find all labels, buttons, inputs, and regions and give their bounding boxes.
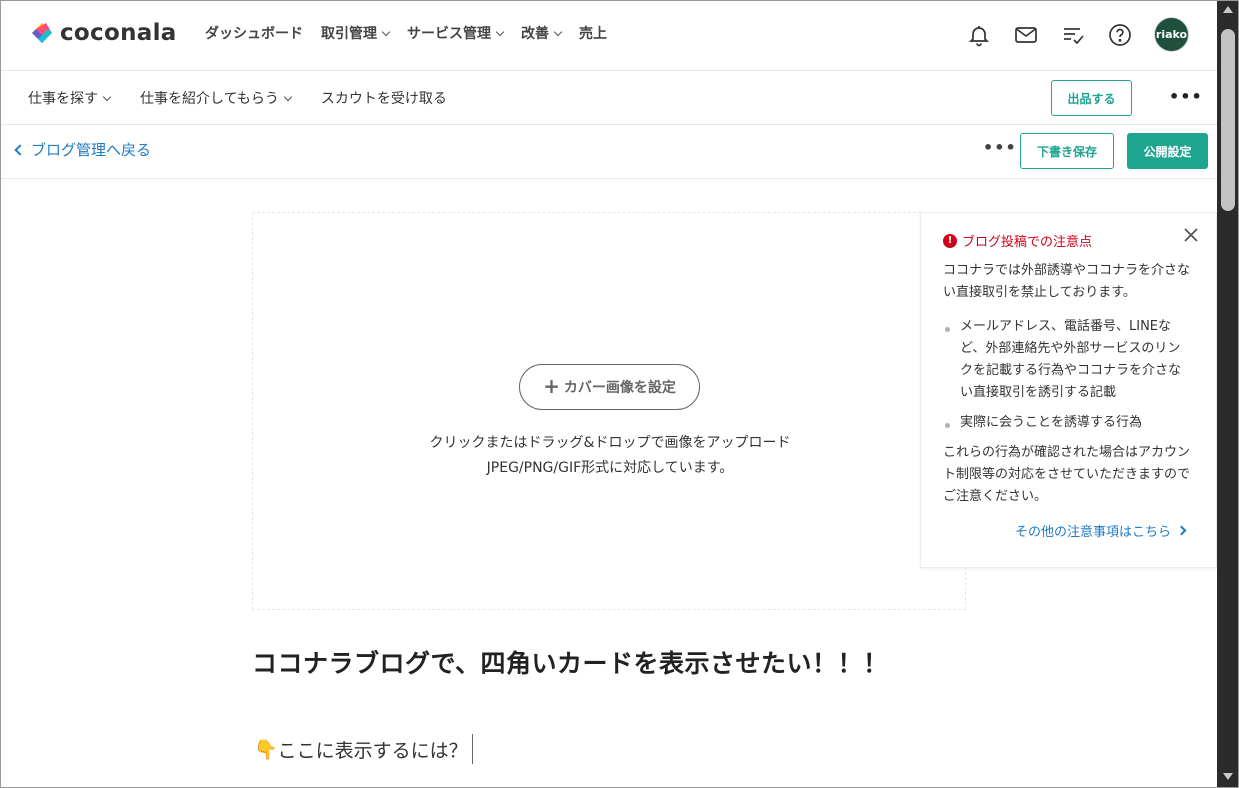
avatar-text: riako xyxy=(1155,28,1188,41)
sub-nav-receive-scout[interactable]: スカウトを受け取る xyxy=(321,88,447,108)
browser-window: coconala ダッシュボード 取引管理 サービス管理 改善 売上 riako xyxy=(0,0,1239,788)
scroll-down-arrow-icon[interactable] xyxy=(1223,773,1233,780)
cover-hint-line1: クリックまたはドラッグ&ドロップで画像をアップロード xyxy=(429,435,791,451)
plus-icon: + xyxy=(543,374,560,398)
nav-services-label: サービス管理 xyxy=(407,26,491,42)
nav-sales[interactable]: 売上 xyxy=(579,23,607,43)
notice-title: ! ブログ投稿での注意点 xyxy=(943,231,1092,250)
other-notices-link-label: その他の注意事項はこちら xyxy=(1015,525,1172,540)
cover-hint-line2: JPEG/PNG/GIF形式に対応しています。 xyxy=(486,460,734,476)
chevron-down-icon xyxy=(283,92,293,101)
sub-nav-find-work[interactable]: 仕事を探す xyxy=(28,88,112,108)
other-notices-link[interactable]: その他の注意事項はこちら xyxy=(1015,521,1187,540)
publish-settings-button[interactable]: 公開設定 xyxy=(1127,133,1208,169)
cover-upload-hint: クリックまたはドラッグ&ドロップで画像をアップロード JPEG/PNG/GIF形… xyxy=(253,431,967,481)
nav-dashboard-label: ダッシュボード xyxy=(205,26,303,42)
blog-notice-panel: ! ブログ投稿での注意点 ココナラでは外部誘導やココナラを介さない直接取引を禁止… xyxy=(920,212,1217,568)
nav-services[interactable]: サービス管理 xyxy=(407,23,505,43)
checklist-icon[interactable] xyxy=(1060,22,1086,48)
nav-dashboard[interactable]: ダッシュボード xyxy=(205,23,303,43)
logo-text: coconala xyxy=(60,20,177,46)
mail-icon[interactable] xyxy=(1013,22,1039,48)
sell-button[interactable]: 出品する xyxy=(1051,80,1132,116)
editor-more-button[interactable]: ••• xyxy=(983,138,1017,157)
save-draft-button[interactable]: 下書き保存 xyxy=(1020,133,1114,169)
scrollbar-thumb[interactable] xyxy=(1221,29,1235,211)
help-icon[interactable] xyxy=(1107,22,1133,48)
sub-header: 仕事を探す 仕事を紹介してもらう スカウトを受け取る 出品する ••• xyxy=(1,71,1217,125)
chevron-down-icon xyxy=(553,27,563,36)
scroll-up-arrow-icon[interactable] xyxy=(1223,6,1233,13)
article-body-editor[interactable]: 👇 ここに表示するには？ xyxy=(254,734,473,764)
nav-sales-label: 売上 xyxy=(579,26,607,42)
warning-icon: ! xyxy=(943,233,957,248)
main-nav: ダッシュボード 取引管理 サービス管理 改善 売上 xyxy=(205,23,607,43)
text-caret xyxy=(471,734,473,764)
bell-icon[interactable] xyxy=(966,22,992,48)
sub-nav-get-introduced[interactable]: 仕事を紹介してもらう xyxy=(140,88,293,108)
close-icon[interactable] xyxy=(1181,225,1201,245)
notice-list-item: 実際に会うことを誘導する行為 xyxy=(943,412,1193,434)
chevron-down-icon xyxy=(102,92,112,101)
chevron-down-icon xyxy=(381,27,391,36)
article-title-input[interactable]: ココナラブログで、四角いカードを表示させたい！！！ xyxy=(252,644,889,680)
nav-improvement-label: 改善 xyxy=(521,26,549,42)
vertical-scrollbar[interactable] xyxy=(1217,1,1238,787)
sub-nav-get-introduced-label: 仕事を紹介してもらう xyxy=(140,91,279,107)
notice-outro: これらの行為が確認された場合はアカウント制限等の対応をさせていただきますのでご注… xyxy=(943,445,1191,504)
notice-intro: ココナラでは外部誘導やココナラを介さない直接取引を禁止しております。 xyxy=(943,263,1191,300)
sub-nav-receive-scout-label: スカウトを受け取る xyxy=(320,91,447,107)
notice-list-item: メールアドレス、電話番号、LINEなど、外部連絡先や外部サービスのリンクを記載す… xyxy=(943,316,1193,404)
header-icons: riako xyxy=(966,17,1189,52)
sub-nav: 仕事を探す 仕事を紹介してもらう スカウトを受け取る xyxy=(28,88,447,108)
set-cover-image-button[interactable]: + カバー画像を設定 xyxy=(519,364,700,410)
nav-improvement[interactable]: 改善 xyxy=(521,23,563,43)
top-header: coconala ダッシュボード 取引管理 サービス管理 改善 売上 riako xyxy=(1,1,1217,71)
nav-transactions-label: 取引管理 xyxy=(321,26,377,42)
more-menu-button[interactable]: ••• xyxy=(1169,87,1203,106)
article-body-line: ここに表示するには？ xyxy=(277,739,468,762)
back-link-label: ブログ管理へ戻る xyxy=(31,141,152,159)
back-to-blog-management-link[interactable]: ブログ管理へ戻る xyxy=(13,139,151,160)
set-cover-image-label: カバー画像を設定 xyxy=(563,380,676,396)
notice-title-text: ブログ投稿での注意点 xyxy=(962,235,1093,250)
cover-image-dropzone[interactable]: + カバー画像を設定 クリックまたはドラッグ&ドロップで画像をアップロード JP… xyxy=(252,212,966,610)
editor-toolbar: ブログ管理へ戻る ••• 下書き保存 公開設定 xyxy=(1,125,1217,179)
nav-transactions[interactable]: 取引管理 xyxy=(321,23,391,43)
notice-body: ココナラでは外部誘導やココナラを介さない直接取引を禁止しております。 メールアド… xyxy=(943,260,1193,508)
coconala-logo[interactable]: coconala xyxy=(28,19,177,47)
pointing-down-emoji: 👇 xyxy=(254,738,278,761)
chevron-right-icon xyxy=(1176,525,1187,536)
chevron-down-icon xyxy=(495,27,505,36)
sub-nav-find-work-label: 仕事を探す xyxy=(28,91,98,107)
logo-mark-icon xyxy=(32,23,52,43)
chevron-left-icon xyxy=(14,143,26,156)
user-avatar[interactable]: riako xyxy=(1154,17,1189,52)
notice-list: メールアドレス、電話番号、LINEなど、外部連絡先や外部サービスのリンクを記載す… xyxy=(943,316,1193,434)
